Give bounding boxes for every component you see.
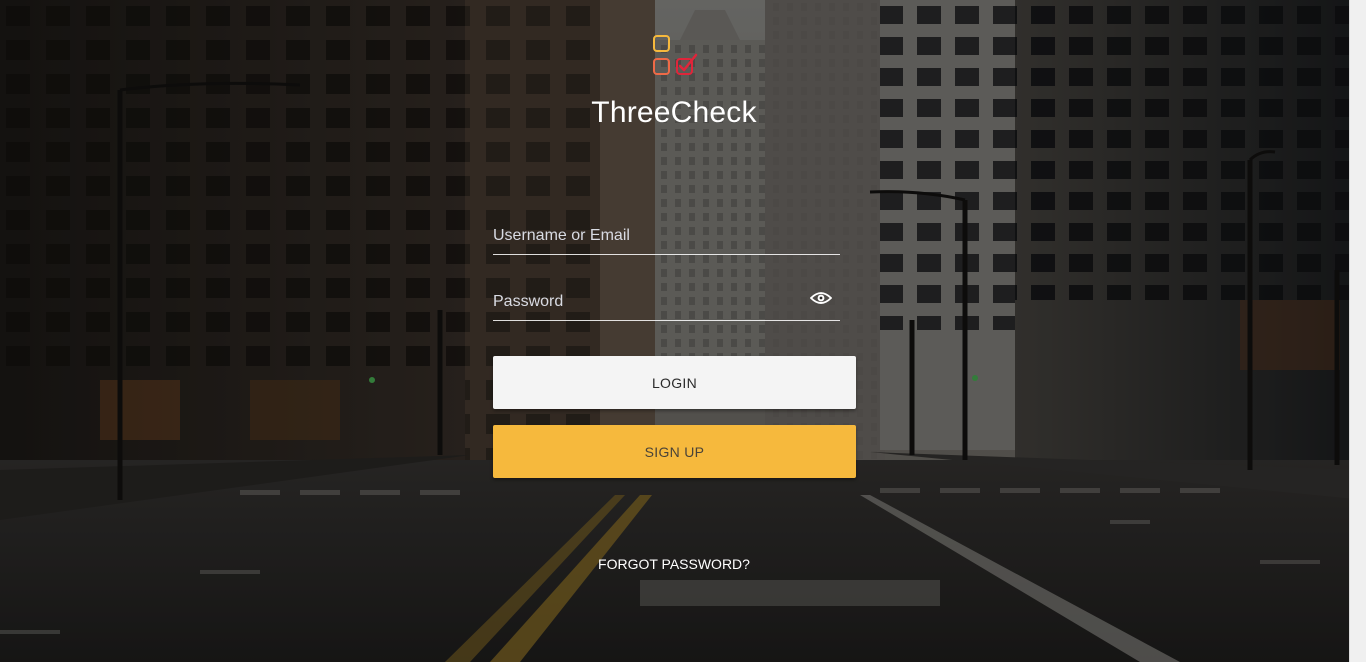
forgot-password-link[interactable]: FORGOT PASSWORD? [492,556,856,572]
eye-icon[interactable] [810,291,832,305]
username-input[interactable] [493,220,803,252]
password-input[interactable] [493,286,803,318]
vertical-scrollbar[interactable] [1349,0,1366,662]
password-field [493,286,840,321]
login-button[interactable]: LOGIN [493,356,856,409]
app-title: ThreeCheck [591,96,757,129]
login-page: ThreeCheck LOGIN SIGN UP FORGOT PASSWORD… [0,0,1366,662]
three-check-logo-icon [653,35,698,75]
signup-button[interactable]: SIGN UP [493,425,856,478]
username-field [493,220,840,255]
